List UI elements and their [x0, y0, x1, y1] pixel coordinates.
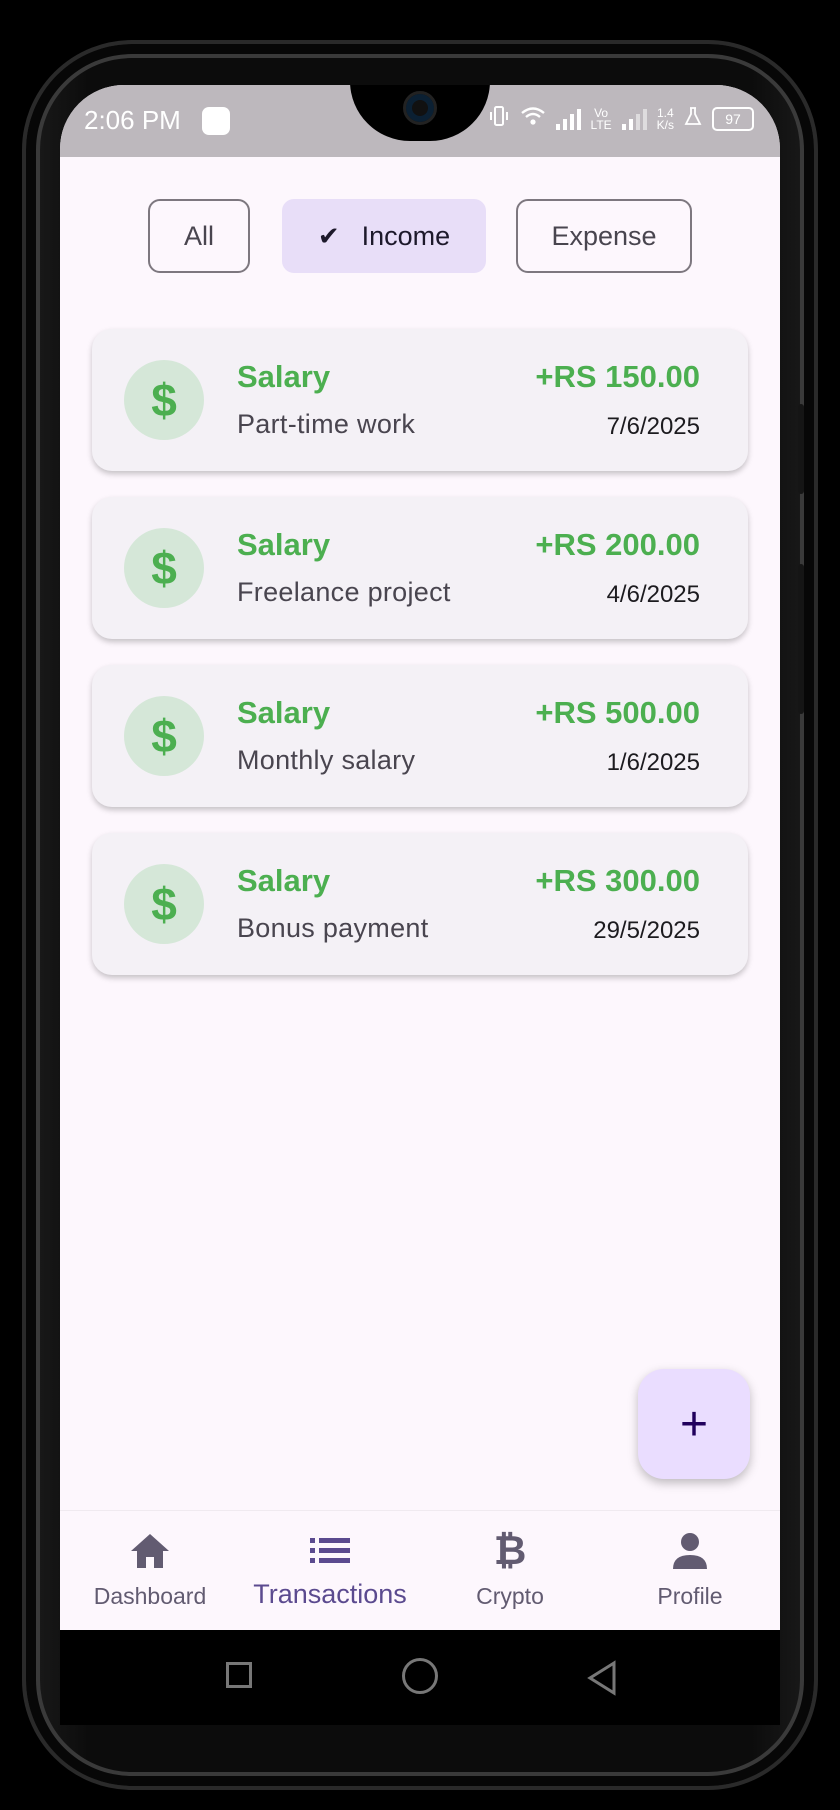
nav-item-profile[interactable]: Profile	[600, 1529, 780, 1610]
nav-label-crypto: Crypto	[476, 1583, 544, 1609]
nav-label-transactions: Transactions	[253, 1579, 407, 1609]
notification-icon	[202, 107, 230, 135]
transaction-category: Salary	[237, 359, 331, 394]
dollar-icon: $	[124, 696, 204, 776]
transaction-description: Part-time work	[237, 409, 416, 439]
bitcoin-icon: ₿	[493, 1528, 527, 1573]
vibrate-icon	[488, 105, 510, 132]
dollar-icon: $	[124, 864, 204, 944]
front-camera	[403, 91, 437, 125]
status-time: 2:06 PM	[84, 105, 181, 135]
check-icon: ✔	[317, 220, 340, 251]
dollar-icon: $	[124, 528, 204, 608]
nav-label-profile: Profile	[657, 1583, 723, 1609]
transaction-amount: +RS 200.00	[535, 527, 700, 562]
network-speed: 1.4 K/s	[657, 107, 674, 131]
transaction-card[interactable]: $ Salary Monthly salary +RS 500.00 1/6/2…	[92, 665, 748, 807]
transaction-date: 1/6/2025	[606, 749, 700, 776]
nav-label-dashboard: Dashboard	[93, 1583, 207, 1609]
volte-bottom: LTE	[590, 117, 612, 132]
recents-button[interactable]	[226, 1662, 252, 1688]
nav-item-dashboard[interactable]: Dashboard	[60, 1529, 240, 1610]
transaction-list: $ Salary Part-time work +RS 150.00 7/6/2…	[92, 329, 748, 1001]
transaction-description: Monthly salary	[237, 745, 416, 775]
list-icon	[240, 1529, 420, 1573]
flask-icon	[684, 106, 702, 131]
speed-value: 1.4	[656, 105, 674, 120]
plus-icon: +	[679, 1397, 709, 1451]
speed-unit: K/s	[656, 117, 674, 132]
transaction-date: 4/6/2025	[606, 581, 700, 608]
transaction-card[interactable]: $ Salary Freelance project +RS 200.00 4/…	[92, 497, 748, 639]
volte-top: Vo	[594, 105, 609, 120]
transaction-description: Freelance project	[237, 577, 451, 607]
volte-badge: Vo LTE	[591, 107, 612, 131]
transaction-card[interactable]: $ Salary Part-time work +RS 150.00 7/6/2…	[92, 329, 748, 471]
transaction-category: Salary	[237, 695, 331, 730]
filter-chips: All ✔ Income Expense	[60, 199, 780, 275]
transaction-description: Bonus payment	[237, 913, 429, 943]
signal-strength-icon	[555, 108, 581, 130]
transaction-amount: +RS 150.00	[535, 359, 700, 394]
filter-chip-income-label: Income	[361, 220, 451, 251]
filter-chip-expense-label: Expense	[551, 220, 657, 251]
filter-chip-all[interactable]: All	[148, 199, 250, 273]
nav-item-transactions[interactable]: Transactions	[240, 1529, 420, 1610]
transaction-category: Salary	[237, 527, 331, 562]
filter-chip-expense[interactable]: Expense	[516, 199, 692, 273]
transaction-amount: +RS 500.00	[535, 695, 700, 730]
nav-item-crypto[interactable]: ₿ Crypto	[420, 1529, 600, 1610]
battery-icon: 97	[712, 106, 754, 131]
power-button	[798, 564, 804, 714]
transaction-date: 29/5/2025	[593, 917, 700, 944]
filter-chip-income[interactable]: ✔ Income	[282, 199, 486, 273]
dollar-icon: $	[124, 360, 204, 440]
transaction-date: 7/6/2025	[606, 413, 700, 440]
home-icon	[60, 1529, 240, 1573]
back-button[interactable]	[586, 1660, 618, 1701]
signal-strength-icon-2	[621, 108, 647, 130]
transaction-category: Salary	[237, 863, 331, 898]
volume-button	[798, 404, 804, 494]
person-icon	[600, 1529, 780, 1573]
home-button[interactable]	[402, 1658, 438, 1694]
wifi-icon	[520, 105, 546, 132]
transaction-card[interactable]: $ Salary Bonus payment +RS 300.00 29/5/2…	[92, 833, 748, 975]
status-bar: 2:06 PM Vo LTE 1.4 K/s 97	[60, 85, 780, 157]
filter-chip-all-label: All	[183, 220, 214, 251]
status-icons: Vo LTE 1.4 K/s 97	[488, 105, 754, 132]
app-screen: 2:06 PM Vo LTE 1.4 K/s 97 All ✔ Income E…	[60, 85, 780, 1630]
add-transaction-button[interactable]: +	[638, 1369, 750, 1479]
bottom-navigation: Dashboard Transactions ₿ Crypto Profile	[60, 1510, 780, 1630]
transaction-amount: +RS 300.00	[535, 863, 700, 898]
system-navigation-bar	[60, 1630, 780, 1725]
